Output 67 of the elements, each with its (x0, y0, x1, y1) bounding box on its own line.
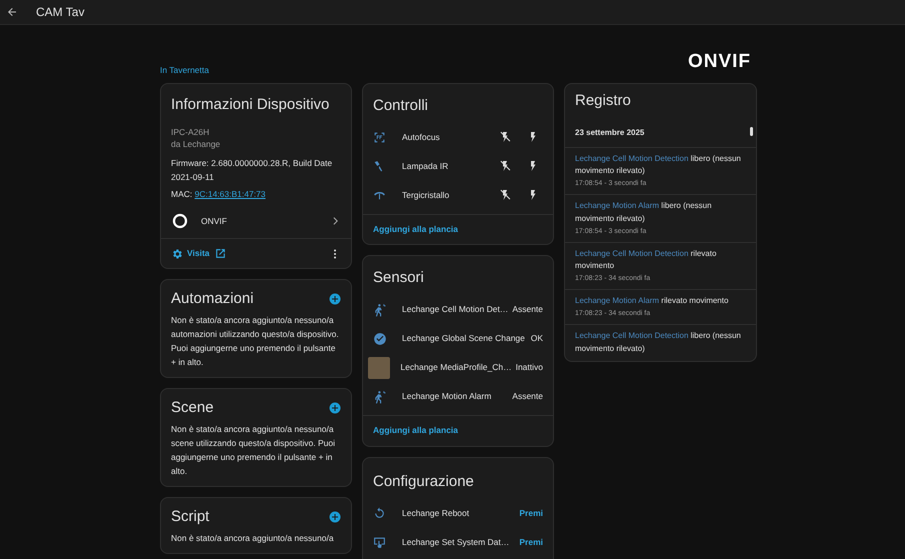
entity-link[interactable]: Lechange Motion Alarm (575, 201, 660, 210)
gear-icon (171, 248, 183, 260)
entity-state: OK (530, 332, 543, 346)
press-link[interactable]: Premi (519, 536, 543, 549)
external-link-icon (214, 247, 227, 260)
entity-link[interactable]: Lechange Cell Motion Detection (575, 154, 688, 162)
lightning-off-icon[interactable] (499, 160, 511, 172)
log-message: Lechange Cell Motion Detection rilevato movimento (575, 248, 718, 272)
card-title: Script (171, 508, 210, 526)
date-header: 23 settembre 2025 (575, 126, 644, 138)
card-title: Scene (171, 399, 214, 418)
page-title: CAM Tav (36, 4, 84, 21)
entity-name: Lampada IR (402, 160, 450, 172)
breadcrumb-link[interactable]: In Tavernetta (160, 64, 209, 76)
add-to-dashboard-link[interactable]: Aggiungi alla plancia (373, 224, 458, 234)
mac-link[interactable]: 9C:14:63:B1:47:73 (194, 188, 266, 198)
card-description: Non è stato/a ancora aggiunto/a nessuno/a automazioni utilizzando questo/a dispositivo. Puoi aggiungerne uno premendo il pulsante + in alto. (171, 314, 340, 370)
card-title: Controlli (373, 96, 430, 114)
entity-state: Assente (512, 390, 543, 404)
entity-name: Autofocus (402, 130, 441, 144)
firmware-info: Firmware: 2.680.0000000.28.R, Build Date 2021-09-11 (171, 156, 334, 184)
log-message: Lechange Motion Alarm libero (nessun movimento rilevato) (575, 200, 713, 225)
card-title: Automazioni (171, 290, 254, 308)
entity-link[interactable]: Lechange Cell Motion Detection (575, 248, 688, 258)
photo-placeholder (368, 356, 390, 379)
add-icon[interactable] (329, 511, 341, 524)
press-link[interactable]: Premi (519, 507, 543, 520)
card-title: Registro (575, 92, 632, 110)
entity-name: Lechange Motion Alarm (402, 390, 492, 404)
entity-name: Lechange Set System Dat… (402, 536, 510, 549)
entity-state: Assente (512, 303, 544, 316)
entity-name: Lechange Reboot (402, 507, 470, 520)
ring-icon (171, 212, 189, 230)
visit-link[interactable]: Visita (171, 247, 227, 260)
add-icon[interactable] (329, 402, 341, 414)
walking-person-icon (373, 390, 387, 404)
onvif-logo: ONVIF (688, 50, 751, 74)
mac-label: MAC: (171, 188, 192, 198)
back-icon[interactable] (6, 6, 18, 18)
entity-name: Lechange MediaProfile_Ch… (400, 361, 512, 374)
log-message: Lechange Cell Motion Detection libero (nessun movimento rilevato) (575, 152, 742, 178)
monitor-touch-icon (373, 536, 386, 549)
card-description: Non è stato/a ancora aggiunto/a nessuno/a (171, 532, 335, 546)
entity-name: Lechange Global Scene Change (402, 332, 526, 346)
restart-icon (373, 507, 386, 520)
add-icon[interactable] (329, 293, 341, 306)
scrollbar-thumb[interactable] (750, 126, 753, 136)
card-title: Informazioni Dispositivo (171, 96, 330, 114)
entity-link[interactable]: Lechange Cell Motion Detection (575, 331, 688, 340)
entity-name: Tergicristallo (402, 188, 450, 202)
model-name: IPC-A26H (171, 126, 210, 138)
log-message: Lechange Cell Motion Detection libero (nessun movimento rilevato) (575, 330, 742, 355)
card-title: Sensori (373, 269, 425, 288)
card-description: Non è stato/a ancora aggiunto/a nessuno/a scene utilizzando questo/a dispositivo. Puoi aggiungerne uno premendo il pulsante + in alto. (171, 423, 336, 478)
lightning-off-icon[interactable] (499, 189, 511, 201)
card-title: Configurazione (373, 473, 475, 491)
entity-state: Inattivo (516, 361, 543, 374)
log-message: Lechange Motion Alarm rilevato movimento (575, 295, 730, 308)
integration-item[interactable]: ONVIF (171, 212, 341, 230)
entity-name: Lechange Cell Motion Det… (402, 303, 508, 316)
walking-person-icon (373, 302, 387, 317)
focus-icon (373, 130, 386, 144)
entity-link[interactable]: Lechange Motion Alarm (575, 296, 660, 306)
add-to-dashboard-link[interactable]: Aggiungi alla plancia (373, 425, 458, 436)
manufacturer: da Lechange (171, 138, 222, 150)
check-circle-icon (373, 332, 387, 346)
lightning-off-icon[interactable] (499, 131, 511, 143)
